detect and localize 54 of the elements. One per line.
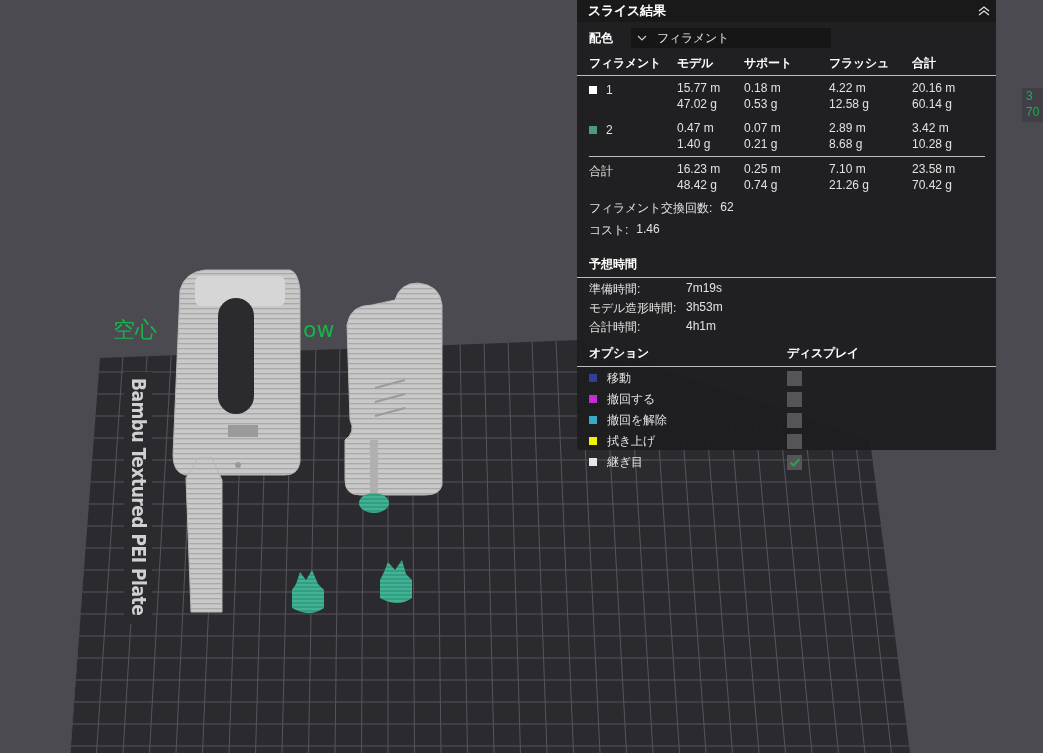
column-header: オプション (589, 345, 650, 362)
table-cell-text: 20.16 m 60.14 g (912, 80, 957, 112)
column-header: ディスプレイ (787, 345, 859, 362)
filament-number: 2 (606, 124, 613, 136)
option-label: 継ぎ目 (607, 453, 643, 471)
section-title: 予想時間 (588, 256, 638, 273)
time-value: 7m19s (686, 281, 723, 296)
option-label: 移動 (607, 369, 631, 387)
time-value: 4h1m (686, 319, 717, 334)
table-cell-text: 0.47 m 1.40 g (677, 120, 715, 152)
option-label: 撤回を解除 (607, 411, 667, 429)
column-header: フィラメント (589, 55, 662, 72)
table-cell-text: 3.42 m 10.28 g (912, 120, 954, 152)
option-label: 撤回する (607, 390, 655, 408)
overlay-label: 空心 (113, 317, 157, 342)
stat-value: 62 (720, 200, 734, 216)
table-cell-text: 16.23 m 48.42 g (677, 161, 722, 193)
column-header: モデル (677, 55, 714, 72)
display-checkbox[interactable] (787, 391, 802, 407)
display-checkbox[interactable] (787, 433, 802, 449)
time-label: 準備時間: (589, 281, 642, 296)
table-cell-text: 4.22 m 12.58 g (829, 80, 871, 112)
plate-name: Bambu Textured PEI Plate (128, 378, 150, 616)
chevron-icon (637, 35, 647, 41)
panel-title: スライス結果 (588, 2, 666, 20)
table-cell-text: 2.89 m 8.68 g (829, 120, 867, 152)
column-header: 合計 (912, 55, 937, 72)
collapse-icon[interactable] (978, 6, 990, 16)
time-label: モデル造形時間: (589, 300, 678, 315)
stat-value: 1.46 (636, 222, 660, 238)
table-cell-text: 15.77 m 47.02 g (677, 80, 722, 112)
total-label: 合計 (589, 165, 613, 177)
knob-model (380, 560, 412, 603)
table-cell-text: 7.10 m 21.26 g (829, 161, 871, 193)
table-cell-text: 0.07 m 0.21 g (744, 120, 782, 152)
table-cell-text: 0.18 m 0.53 g (744, 80, 782, 112)
filament-number: 1 (606, 84, 613, 96)
column-header: サポート (744, 55, 793, 72)
color-scheme-dropdown[interactable]: フィラメント (631, 28, 831, 48)
knob-model (292, 570, 324, 613)
time-value: 3h53m (686, 300, 723, 315)
color-scheme-label: 配色 (589, 29, 613, 47)
table-cell-text: 0.25 m 0.74 g (744, 161, 782, 193)
option-label: 拭き上げ (607, 432, 655, 450)
overlay-label: ow (303, 317, 335, 342)
stat-label: コスト: (589, 222, 629, 239)
stat-label: フィラメント交換回数: (589, 200, 713, 217)
readout-value: 70 (1026, 104, 1041, 120)
time-label: 合計時間: (589, 319, 642, 334)
table-cell-text: 23.58 m 70.42 g (912, 161, 957, 193)
readout-value: 3 (1026, 88, 1034, 104)
display-checkbox[interactable] (787, 412, 802, 428)
display-checkbox[interactable] (787, 370, 802, 386)
column-header: フラッシュ (829, 55, 890, 72)
